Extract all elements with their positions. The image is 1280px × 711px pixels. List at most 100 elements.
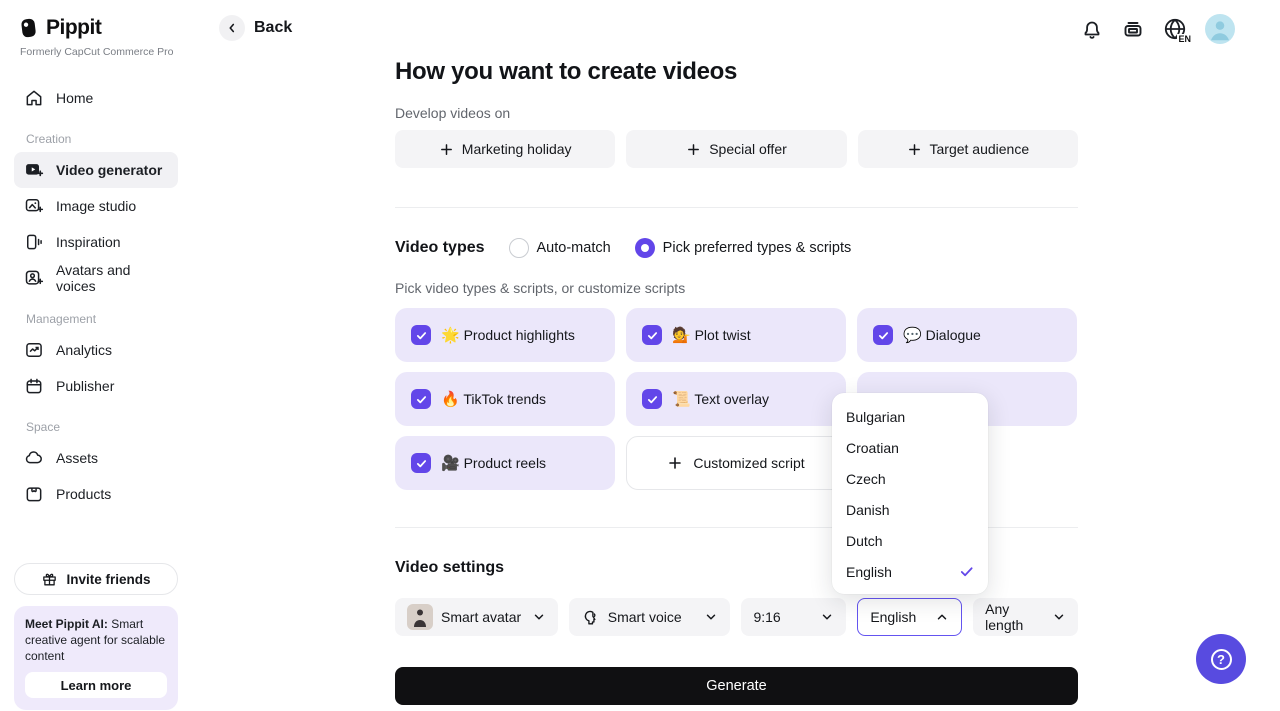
chevron-left-icon <box>219 15 245 41</box>
printer-icon[interactable] <box>1121 17 1145 41</box>
chevron-up-icon <box>935 610 949 624</box>
card-text-overlay[interactable]: 📜 Text overlay <box>626 372 846 426</box>
avatar-thumbnail <box>407 604 433 630</box>
chevron-down-icon <box>532 610 546 624</box>
language-option-danish[interactable]: Danish <box>832 494 988 525</box>
notifications-bell-icon[interactable] <box>1080 17 1104 41</box>
sidebar-item-label: Inspiration <box>56 234 121 250</box>
language-option-english[interactable]: English <box>832 556 988 587</box>
card-label: 🌟 Product highlights <box>441 326 575 344</box>
language-value: English <box>870 609 916 625</box>
radio-unselected-icon <box>509 238 529 258</box>
back-button[interactable]: Back <box>219 15 292 41</box>
card-dialogue[interactable]: 💬 Dialogue <box>857 308 1077 362</box>
help-button[interactable]: ? <box>1196 634 1246 684</box>
sidebar-item-inspiration[interactable]: Inspiration <box>14 224 178 260</box>
smart-avatar-select[interactable]: Smart avatar <box>395 598 558 636</box>
invite-friends-button[interactable]: Invite friends <box>14 563 178 595</box>
card-product-highlights[interactable]: 🌟 Product highlights <box>395 308 615 362</box>
radio-selected-icon <box>635 238 655 258</box>
card-label: 💬 Dialogue <box>903 326 981 344</box>
radio-auto-match[interactable]: Auto-match <box>509 238 611 258</box>
language-option-croatian[interactable]: Croatian <box>832 432 988 463</box>
plus-icon <box>907 142 922 157</box>
language-badge: EN <box>1177 34 1191 44</box>
image-studio-icon <box>24 196 44 216</box>
card-label: 🔥 TikTok trends <box>441 390 546 408</box>
sidebar-item-label: Avatars and voices <box>56 262 168 294</box>
video-types-hint: Pick video types & scripts, or customize… <box>395 280 685 296</box>
sidebar-item-label: Analytics <box>56 342 112 358</box>
check-icon <box>959 564 974 579</box>
topic-button-label: Target audience <box>930 141 1030 157</box>
language-option-dutch[interactable]: Dutch <box>832 525 988 556</box>
length-select[interactable]: Any length <box>973 598 1078 636</box>
user-avatar[interactable] <box>1205 14 1235 44</box>
question-mark-icon: ? <box>1211 649 1232 670</box>
aspect-ratio-select[interactable]: 9:16 <box>741 598 846 636</box>
add-target-audience-button[interactable]: Target audience <box>858 130 1078 168</box>
checkbox-checked-icon[interactable] <box>642 389 662 409</box>
fire-emoji: 🔥 <box>441 391 460 408</box>
main-content: How you want to create videos Develop vi… <box>395 0 1078 711</box>
add-marketing-holiday-button[interactable]: Marketing holiday <box>395 130 615 168</box>
video-types-label: Video types <box>395 239 485 257</box>
card-label: 📜 Text overlay <box>672 390 769 408</box>
plus-icon <box>686 142 701 157</box>
add-special-offer-button[interactable]: Special offer <box>626 130 846 168</box>
sidebar-item-label: Publisher <box>56 378 114 394</box>
smart-voice-select[interactable]: Smart voice <box>569 598 731 636</box>
checkbox-checked-icon[interactable] <box>642 325 662 345</box>
back-label: Back <box>254 19 292 37</box>
sidebar-item-image-studio[interactable]: Image studio <box>14 188 178 224</box>
section-divider <box>395 207 1078 208</box>
sidebar-bottom: Invite friends Meet Pippit AI: Smart cre… <box>14 563 178 710</box>
learn-more-button[interactable]: Learn more <box>25 672 167 698</box>
language-select[interactable]: English <box>857 598 962 636</box>
sidebar-item-products[interactable]: Products <box>14 476 178 512</box>
nav-section-space: Space <box>26 420 190 434</box>
sidebar-item-avatars-voices[interactable]: Avatars and voices <box>14 260 178 296</box>
sidebar-item-label: Products <box>56 486 111 502</box>
nav-section-management: Management <box>26 312 190 326</box>
analytics-icon <box>24 340 44 360</box>
checkbox-checked-icon[interactable] <box>873 325 893 345</box>
card-plot-twist[interactable]: 💁 Plot twist <box>626 308 846 362</box>
page-title: How you want to create videos <box>395 58 737 86</box>
card-label: 💁 Plot twist <box>672 326 751 344</box>
sidebar-item-home[interactable]: Home <box>14 80 178 116</box>
plus-icon <box>667 455 683 471</box>
publisher-icon <box>24 376 44 396</box>
customized-script-button[interactable]: Customized script <box>626 436 846 490</box>
pippit-logo-icon <box>20 16 39 40</box>
card-tiktok-trends[interactable]: 🔥 TikTok trends <box>395 372 615 426</box>
length-value: Any length <box>985 601 1044 633</box>
aspect-ratio-value: 9:16 <box>753 609 780 625</box>
inspiration-icon <box>24 232 44 252</box>
radio-pick-preferred[interactable]: Pick preferred types & scripts <box>635 238 852 258</box>
card-product-reels[interactable]: 🎥 Product reels <box>395 436 615 490</box>
topic-buttons-row: Marketing holiday Special offer Target a… <box>395 130 1078 168</box>
checkbox-checked-icon[interactable] <box>411 325 431 345</box>
chevron-down-icon <box>820 610 834 624</box>
plus-icon <box>439 142 454 157</box>
video-settings-row: Smart avatar Smart voice 9:16 English An… <box>395 598 1078 636</box>
language-globe-icon[interactable]: EN <box>1162 16 1188 42</box>
sidebar-item-publisher[interactable]: Publisher <box>14 368 178 404</box>
voice-icon <box>581 608 600 627</box>
generate-button[interactable]: Generate <box>395 667 1078 705</box>
chevron-down-icon <box>704 610 718 624</box>
sidebar-item-analytics[interactable]: Analytics <box>14 332 178 368</box>
smart-avatar-value: Smart avatar <box>441 609 521 625</box>
promo-text: Meet Pippit AI: Smart creative agent for… <box>25 617 167 664</box>
checkbox-checked-icon[interactable] <box>411 389 431 409</box>
topic-button-label: Marketing holiday <box>462 141 572 157</box>
language-option-bulgarian[interactable]: Bulgarian <box>832 401 988 432</box>
chevron-down-icon <box>1052 610 1066 624</box>
language-option-czech[interactable]: Czech <box>832 463 988 494</box>
develop-videos-label: Develop videos on <box>395 105 510 121</box>
checkbox-checked-icon[interactable] <box>411 453 431 473</box>
home-icon <box>24 88 44 108</box>
sidebar-item-video-generator[interactable]: Video generator <box>14 152 178 188</box>
sidebar-item-assets[interactable]: Assets <box>14 440 178 476</box>
